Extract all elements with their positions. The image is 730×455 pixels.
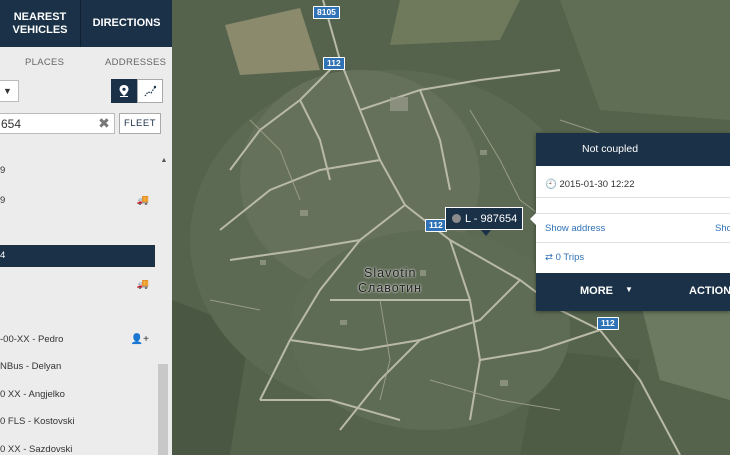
truck-icon: 🚚 (136, 195, 149, 206)
type-select[interactable]: ▼ (0, 80, 19, 102)
fleet-button[interactable]: FLEET (119, 113, 161, 134)
tab-nearest-vehicles[interactable]: Nearest vehicles (0, 0, 81, 47)
vehicle-status-dot (452, 214, 461, 223)
more-button[interactable]: MORE (580, 285, 613, 297)
trips-link[interactable]: ⇄ 0 Trips (545, 252, 584, 263)
list-item[interactable]: 9 (0, 160, 155, 182)
swap-arrows-icon: ⇄ (545, 252, 553, 263)
list-item-label: 4 (0, 250, 6, 261)
list-item-selected[interactable]: 4 (0, 245, 155, 267)
close-icon[interactable]: ✖ (97, 116, 111, 130)
list-item[interactable]: 0 XX - Sazdovski (0, 439, 155, 455)
divider (536, 242, 730, 243)
pin-mode-button[interactable] (111, 79, 137, 103)
divider (536, 213, 730, 214)
show-address-link[interactable]: Show address (545, 223, 605, 234)
sidebar-tabbar: Nearest vehicles DIRECTIONS (0, 0, 172, 47)
list-item[interactable]: NBus - Delyan (0, 356, 155, 378)
chevron-down-icon: ▼ (3, 86, 12, 96)
tab-directions-label: DIRECTIONS (92, 17, 161, 29)
tab-directions[interactable]: DIRECTIONS (81, 0, 172, 47)
user-plus-icon[interactable]: 👤+ (131, 329, 149, 351)
list-item-label: -00-XX - Pedro (0, 334, 64, 345)
list-item-label: 9 (0, 165, 6, 176)
map-pin-icon (119, 85, 129, 97)
popup-header: Not coupled (536, 133, 730, 166)
subtab-places[interactable]: PLACES (25, 57, 64, 68)
vehicle-popup: Not coupled 🕘 2015-01-30 12:22 Show addr… (530, 133, 730, 311)
road-badge-112: 112 (597, 317, 619, 330)
marker-pointer (481, 230, 491, 236)
vehicle-marker[interactable]: L - 987654 (445, 207, 523, 236)
trips-label: 0 Trips (555, 252, 585, 263)
clock-icon: 🕘 (545, 179, 557, 190)
road-badge-8105: 8105 (313, 6, 340, 19)
show-link-right[interactable]: Sho (715, 223, 730, 234)
list-item[interactable]: 0 FLS - Kostovski (0, 411, 155, 433)
divider (536, 197, 730, 198)
popup-status: Not coupled (582, 143, 639, 155)
route-mode-button[interactable] (137, 79, 163, 103)
list-item[interactable]: 9 🚚 (0, 190, 155, 212)
route-icon (144, 85, 156, 97)
actions-button[interactable]: ACTION (689, 285, 730, 297)
vehicle-marker-label: L - 987654 (465, 212, 518, 225)
list-item-label: 0 XX - Angjelko (0, 389, 65, 400)
road-badge-112: 112 (425, 219, 447, 232)
town-label-latin: Slavotin (364, 266, 417, 280)
subtab-addresses[interactable]: ADDRESSES (105, 57, 166, 68)
list-scrollbar[interactable] (158, 364, 168, 455)
list-item-label: 0 XX - Sazdovski (0, 444, 73, 455)
tab-nearest-vehicles-label: Nearest vehicles (12, 10, 68, 36)
list-item[interactable]: 0 XX - Angjelko (0, 384, 155, 406)
scroll-up-arrow-icon[interactable]: ▲ (160, 157, 168, 165)
sidebar: Nearest vehicles DIRECTIONS PLACES ADDRE… (0, 0, 172, 455)
list-item[interactable]: -00-XX - Pedro 👤+ (0, 329, 155, 351)
truck-icon: 🚚 (136, 279, 149, 290)
popup-footer: MORE ▼ ACTION (536, 273, 730, 311)
popup-timestamp-row: 🕘 2015-01-30 12:22 (545, 179, 635, 190)
list-item-label: 0 FLS - Kostovski (0, 416, 75, 427)
popup-pointer (530, 213, 536, 225)
subtabs: PLACES ADDRESSES (0, 54, 172, 72)
list-item-label: NBus - Delyan (0, 361, 62, 372)
list-item[interactable]: 🚚 (0, 274, 155, 296)
caret-down-icon[interactable]: ▼ (625, 285, 633, 294)
vehicle-list: 9 9 🚚 4 🚚 -00-XX - Pedro 👤+ NBus - Delya… (0, 150, 158, 455)
list-item-label: 9 (0, 195, 6, 206)
town-label-cyrillic: Славотин (358, 281, 423, 295)
road-badge-112: 112 (323, 57, 345, 70)
popup-timestamp: 2015-01-30 12:22 (559, 179, 635, 190)
